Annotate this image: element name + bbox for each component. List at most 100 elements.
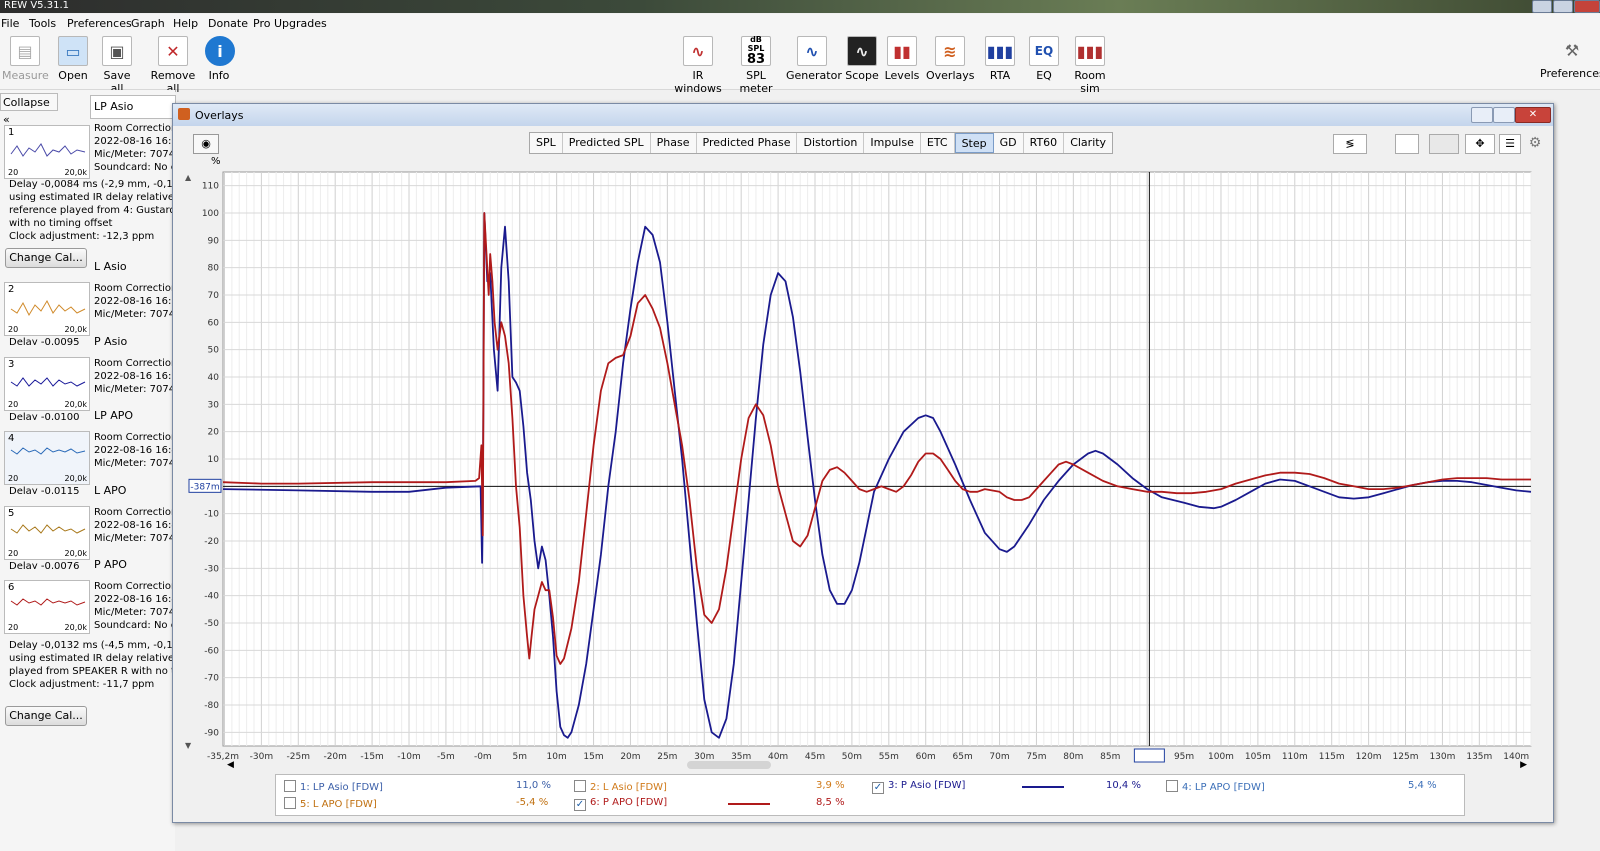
- y-tick-label: 50: [208, 346, 220, 356]
- folder-icon: ▭: [58, 36, 88, 66]
- step-response-chart[interactable]: 110 100 90 80 70 60 50 40 30 20 10 -10 -20 -30 -40 -50 -…: [173, 164, 1553, 764]
- menu-help[interactable]: Help: [173, 17, 198, 30]
- legend-swatch: [1022, 786, 1064, 788]
- legend-item[interactable]: 2: L Asio [FDW]: [574, 780, 667, 793]
- camera-icon[interactable]: ◉: [193, 134, 219, 154]
- menu-pro-upgrades[interactable]: Pro Upgrades: [253, 17, 327, 30]
- gear-icon[interactable]: ⚙: [1525, 134, 1545, 152]
- legend-checkbox[interactable]: [284, 780, 296, 792]
- preferences-button[interactable]: ⚒ Preferences: [1540, 36, 1600, 81]
- tab-distortion[interactable]: Distortion: [797, 133, 865, 153]
- minimize-button[interactable]: [1532, 0, 1552, 13]
- measurement-thumbnail[interactable]: 2 20 20,0k: [4, 282, 90, 336]
- delay-info: Delay -0,0095: [9, 337, 80, 345]
- menu-donate[interactable]: Donate: [208, 17, 248, 30]
- legend-value: 5,4 %: [1408, 780, 1437, 791]
- app-title-bar: REW V5.31.1: [0, 0, 1600, 13]
- tab-clarity[interactable]: Clarity: [1064, 133, 1112, 153]
- measurements-panel: Collapse « LP Asio 1 20 20,0k Room Corre…: [0, 90, 176, 851]
- y-tick-label: 10: [208, 455, 220, 465]
- spl-meter-button[interactable]: dB SPL 83 SPL meter: [730, 35, 782, 95]
- legend-item[interactable]: 5: L APO [FDW]: [284, 797, 377, 810]
- measure-button[interactable]: ▤ Measure: [2, 36, 49, 82]
- legend-item[interactable]: 1: LP Asio [FDW]: [284, 780, 383, 793]
- rta-icon: ▮▮▮: [985, 36, 1015, 66]
- scope-icon: ∿: [847, 36, 877, 66]
- scrollbar-thumb[interactable]: [687, 761, 771, 769]
- rta-button[interactable]: ▮▮▮ RTA: [982, 36, 1018, 82]
- remove-all-icon: ✕: [158, 36, 188, 66]
- scroll-up-icon: ▲: [185, 173, 192, 182]
- scope-button[interactable]: ∿ Scope: [844, 36, 880, 82]
- overlays-button[interactable]: ≋ Overlays: [926, 36, 975, 82]
- y-tick-label: -30: [204, 564, 219, 574]
- tab-step[interactable]: Step: [954, 133, 994, 153]
- change-cal-button[interactable]: Change Cal...: [5, 706, 87, 726]
- legend-item[interactable]: ✓ 6: P APO [FDW]: [574, 797, 667, 811]
- collapse-button[interactable]: Collapse «: [0, 93, 58, 126]
- measurement-thumbnail[interactable]: 3 20 20,0k: [4, 357, 90, 411]
- legend-swatch: [728, 803, 770, 805]
- remove-all-button[interactable]: ✕ Remove all: [145, 36, 201, 95]
- menu-file[interactable]: File: [1, 17, 19, 30]
- legend-checkbox[interactable]: [284, 797, 296, 809]
- menu-preferences[interactable]: Preferences: [67, 17, 132, 30]
- overlays-title-bar[interactable]: Overlays ✕: [173, 104, 1553, 126]
- open-button[interactable]: ▭ Open: [54, 36, 92, 82]
- info-button[interactable]: i Info: [205, 36, 235, 82]
- legend-checkbox[interactable]: [574, 780, 586, 792]
- horizontal-scrollbar[interactable]: ◀ ▶: [227, 760, 1527, 770]
- maximize-button[interactable]: [1553, 0, 1573, 13]
- y-tick-label: 90: [208, 236, 220, 246]
- measurement-info: Room Correction 2022-08-16 16:44: Mic/Me…: [94, 581, 176, 631]
- overlays-icon: ≋: [935, 36, 965, 66]
- scroll-right-icon[interactable]: ▶: [1520, 760, 1527, 770]
- tab-predicted-phase[interactable]: Predicted Phase: [697, 133, 798, 153]
- legend-checkbox[interactable]: [1166, 780, 1178, 792]
- legend-checkbox-checked[interactable]: ✓: [872, 782, 884, 794]
- scroll-left-icon[interactable]: ◀: [227, 760, 234, 770]
- tab-phase[interactable]: Phase: [651, 133, 697, 153]
- save-all-button[interactable]: ▣ Save all: [97, 36, 137, 95]
- measurement-info: Room Correction 2022-08-16 16:43: Mic/Me…: [94, 432, 176, 469]
- tab-spl[interactable]: SPL: [530, 133, 563, 153]
- window-minimize-button[interactable]: [1471, 107, 1493, 123]
- close-button[interactable]: [1574, 0, 1600, 13]
- fit-icon[interactable]: ✥: [1465, 134, 1495, 154]
- measurement-thumbnail[interactable]: 6 20 20,0k: [4, 580, 90, 634]
- delay-info: Delay -0,0132 ms (-4,5 mm, -0,18 in) usi…: [9, 640, 175, 690]
- eq-button[interactable]: EQ EQ: [1028, 36, 1060, 82]
- y-tick-label: 60: [208, 318, 220, 328]
- graph-controls-icon[interactable]: ≶: [1333, 134, 1367, 154]
- window-close-button[interactable]: ✕: [1515, 107, 1551, 123]
- tab-etc[interactable]: ETC: [921, 133, 955, 153]
- y-tick-label: -80: [204, 701, 219, 711]
- tab-gd[interactable]: GD: [994, 133, 1024, 153]
- measurement-thumbnail[interactable]: 1 20 20,0k: [4, 125, 90, 179]
- room-sim-button[interactable]: ▮▮▮ Room sim: [1064, 36, 1116, 95]
- change-cal-button[interactable]: Change Cal...: [5, 248, 87, 268]
- y-tick-label: -50: [204, 619, 219, 629]
- menu-graph[interactable]: Graph: [131, 17, 165, 30]
- tab-predicted-spl[interactable]: Predicted SPL: [563, 133, 651, 153]
- legend-item[interactable]: 4: LP APO [FDW]: [1166, 780, 1265, 793]
- controls-icon[interactable]: ☰: [1499, 134, 1521, 154]
- tab-impulse[interactable]: Impulse: [864, 133, 921, 153]
- y-tick-label: 20: [208, 428, 220, 438]
- menu-tools[interactable]: Tools: [29, 17, 56, 30]
- levels-button[interactable]: ▮▮ Levels: [884, 36, 920, 82]
- tab-rt60[interactable]: RT60: [1024, 133, 1065, 153]
- room-sim-icon: ▮▮▮: [1075, 36, 1105, 66]
- y-tick-label: -90: [204, 728, 219, 738]
- y-tick-label: 70: [208, 291, 220, 301]
- legend-checkbox-checked[interactable]: ✓: [574, 799, 586, 811]
- window-maximize-button[interactable]: [1493, 107, 1515, 123]
- measurement-thumbnail[interactable]: 4 20 20,0k: [4, 431, 90, 485]
- measurement-thumbnail[interactable]: 5 20 20,0k: [4, 506, 90, 560]
- limits-icon[interactable]: [1429, 134, 1459, 154]
- delay-info: Delay -0,0084 ms (-2,9 mm, -0,11 in) usi…: [9, 179, 175, 242]
- generator-button[interactable]: ∿ Generator: [786, 36, 842, 82]
- white-box-icon[interactable]: [1395, 134, 1419, 154]
- ir-windows-button[interactable]: ∿ IR windows: [670, 36, 726, 95]
- legend-item[interactable]: ✓ 3: P Asio [FDW]: [872, 780, 965, 794]
